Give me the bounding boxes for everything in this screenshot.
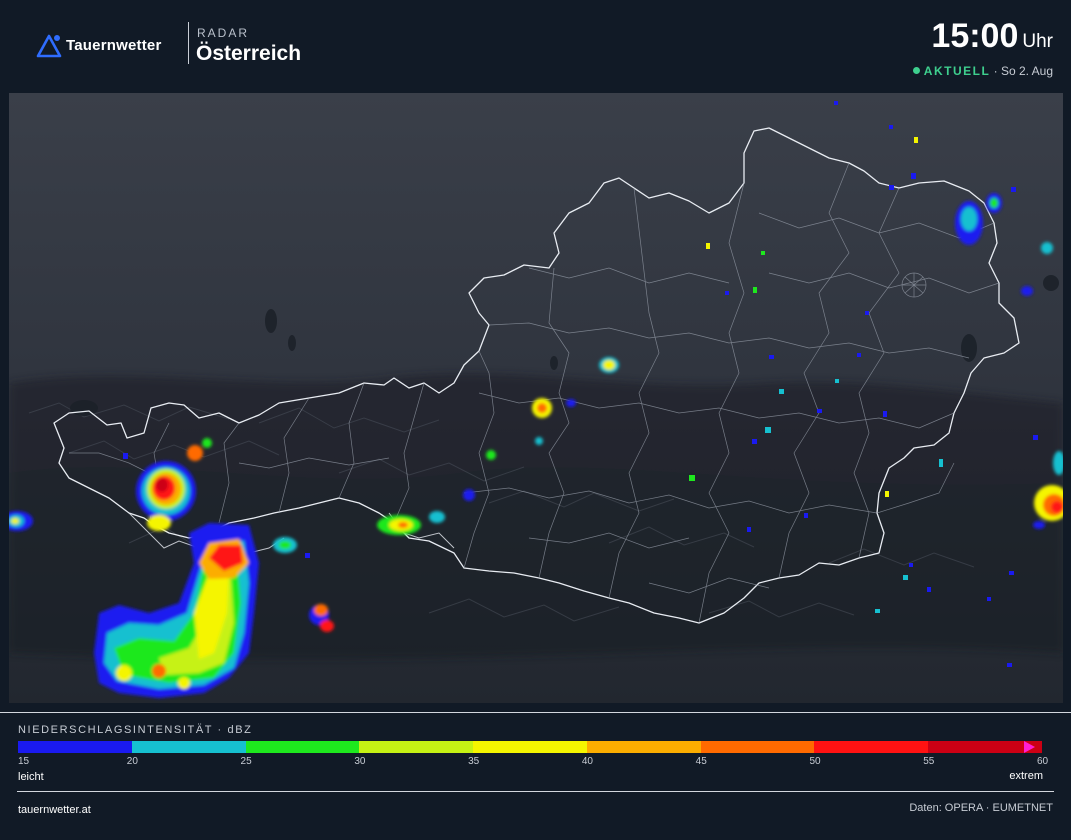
footer-data-credit: Daten: OPERA · EUMETNET [909, 802, 1053, 814]
scale-tick-label: 30 [354, 756, 366, 767]
scale-tick-label: 50 [809, 756, 821, 767]
footer-divider [17, 791, 1054, 792]
scale-segment [131, 741, 247, 753]
brand-name: Tauernwetter [66, 37, 162, 54]
scale-tick-label: 35 [468, 756, 480, 767]
header-bar: Tauernwetter RADAR Österreich 15:00 Uhr A… [0, 0, 1071, 86]
timestamp: 15:00 Uhr [931, 17, 1053, 56]
mountain-logo-icon [36, 34, 62, 58]
page-kicker: RADAR [197, 26, 250, 40]
status-badge: AKTUELL [923, 64, 991, 78]
status-line: AKTUELL · So 2. Aug [912, 64, 1053, 78]
page-title: Österreich [196, 42, 302, 65]
scale-arrow-icon [1024, 741, 1035, 753]
scale-segment [814, 741, 929, 753]
scale-tick-label: 60 [1037, 756, 1049, 767]
scale-tick-label: 55 [923, 756, 935, 767]
brand-logo[interactable]: Tauernwetter [36, 33, 176, 59]
scale-tick-label: 20 [126, 756, 138, 767]
intensity-scale [18, 741, 1043, 753]
scale-segment [359, 741, 474, 753]
status-date: · So 2. Aug [993, 64, 1053, 78]
live-dot-icon [912, 67, 920, 74]
scale-tick-label: 15 [18, 756, 30, 767]
scale-segment [700, 741, 815, 753]
scale-high-label: extrem [1009, 770, 1043, 782]
scale-tick-label: 25 [240, 756, 252, 767]
time-unit: Uhr [1022, 31, 1053, 52]
scale-segment [473, 741, 588, 753]
scale-tick-label: 40 [581, 756, 593, 767]
scale-segment [18, 741, 133, 753]
time-value: 15:00 [931, 17, 1019, 55]
radar-map-canvas [9, 93, 1063, 703]
scale-low-label: leicht [18, 771, 44, 783]
radar-map[interactable] [9, 93, 1063, 703]
scale-tick-label: 45 [695, 756, 707, 767]
scale-segment [245, 741, 360, 753]
legend-title: NIEDERSCHLAGSINTENSITÄT · dBZ [18, 724, 253, 736]
scale-segment [586, 741, 702, 753]
footer-site-link[interactable]: tauernwetter.at [18, 804, 91, 816]
legend-panel: NIEDERSCHLAGSINTENSITÄT · dBZ 15 20 25 30 35… [0, 712, 1071, 840]
header-divider [188, 22, 189, 64]
